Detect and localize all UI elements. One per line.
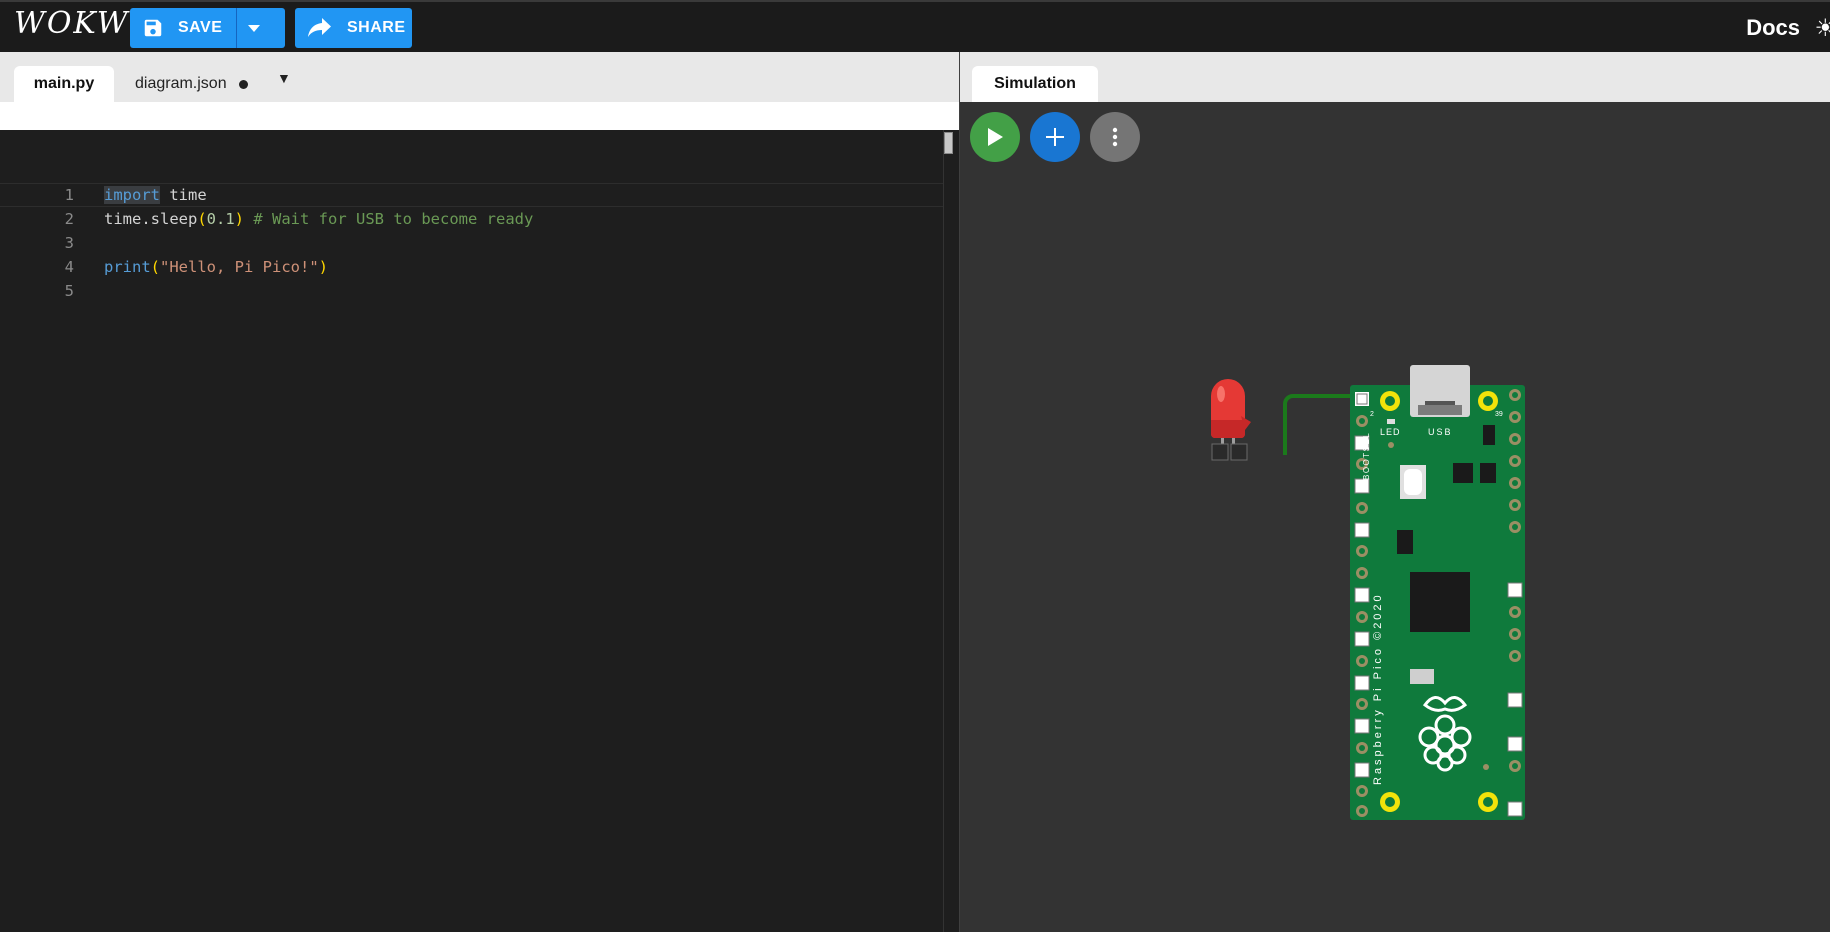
code-line[interactable]: 1 import time <box>0 183 944 207</box>
docs-link[interactable]: Docs <box>1746 15 1800 41</box>
theme-toggle-icon[interactable]: ☀ <box>1814 14 1830 43</box>
code-line[interactable]: 2 time.sleep(0.1) # Wait for USB to beco… <box>0 207 944 231</box>
line-number: 1 <box>64 186 74 204</box>
save-label: SAVE <box>178 19 223 36</box>
unsaved-dot-icon <box>238 79 248 89</box>
save-button[interactable]: SAVE <box>130 8 238 48</box>
plus-icon <box>1046 128 1064 146</box>
wokwi-logo[interactable]: WOKWi <box>14 6 141 41</box>
top-bar: WOKWi SAVE SHARE Docs ☀ <box>0 0 1830 52</box>
editor-scroll-thumb[interactable] <box>944 132 953 154</box>
board-label-bootsel: BOOTSEL <box>1362 431 1371 480</box>
save-icon <box>144 19 162 37</box>
code-editor[interactable]: 1 import time 2 time.sleep(0.1) # Wait f… <box>0 130 960 932</box>
tab-menu-caret-icon[interactable]: ▼ <box>277 70 291 86</box>
code-text: import time <box>104 186 207 204</box>
line-number: 5 <box>64 282 74 300</box>
line-number: 4 <box>64 258 74 276</box>
editor-scrollbar[interactable] <box>943 130 960 932</box>
editor-pane: main.py diagram.json ▼ 1 import time 2 t… <box>0 52 960 932</box>
save-button-group: SAVE <box>130 8 285 48</box>
add-part-button[interactable] <box>1030 112 1080 162</box>
board-label-pin-39: 39 <box>1495 411 1503 418</box>
tab-label: main.py <box>33 75 95 92</box>
board-name-label: Raspberry Pi Pico ©2020 <box>1372 592 1384 785</box>
code-text: print("Hello, Pi Pico!") <box>104 258 328 276</box>
red-led-part[interactable] <box>1208 376 1268 466</box>
line-number: 2 <box>64 210 74 228</box>
tab-diagram-json[interactable]: diagram.json <box>135 66 248 102</box>
tab-label: Simulation <box>994 75 1076 92</box>
start-simulation-button[interactable] <box>970 112 1020 162</box>
share-icon <box>308 18 331 37</box>
share-button[interactable]: SHARE <box>295 8 412 48</box>
tab-label: diagram.json <box>135 75 227 92</box>
share-label: SHARE <box>347 19 406 36</box>
more-options-button[interactable] <box>1090 112 1140 162</box>
code-text: time.sleep(0.1) # Wait for USB to become… <box>104 210 534 228</box>
code-line[interactable]: 4 print("Hello, Pi Pico!") <box>0 255 944 279</box>
code-line[interactable]: 3 <box>0 231 944 255</box>
code-line[interactable]: 5 <box>0 279 944 303</box>
board-label-usb: USB <box>1428 427 1453 437</box>
board-label-pin-2: 2 <box>1370 411 1374 418</box>
simulation-tab-bar: Simulation <box>960 52 1830 102</box>
play-icon <box>988 128 1003 146</box>
board-label-led: LED <box>1380 427 1401 437</box>
caret-down-icon <box>248 25 261 32</box>
editor-tab-bar: main.py diagram.json ▼ <box>0 52 959 102</box>
line-number: 3 <box>64 234 74 252</box>
save-dropdown-button[interactable] <box>237 8 285 48</box>
tab-main-py[interactable]: main.py <box>14 66 114 102</box>
more-vert-icon <box>1112 127 1118 147</box>
tab-simulation[interactable]: Simulation <box>972 66 1098 102</box>
